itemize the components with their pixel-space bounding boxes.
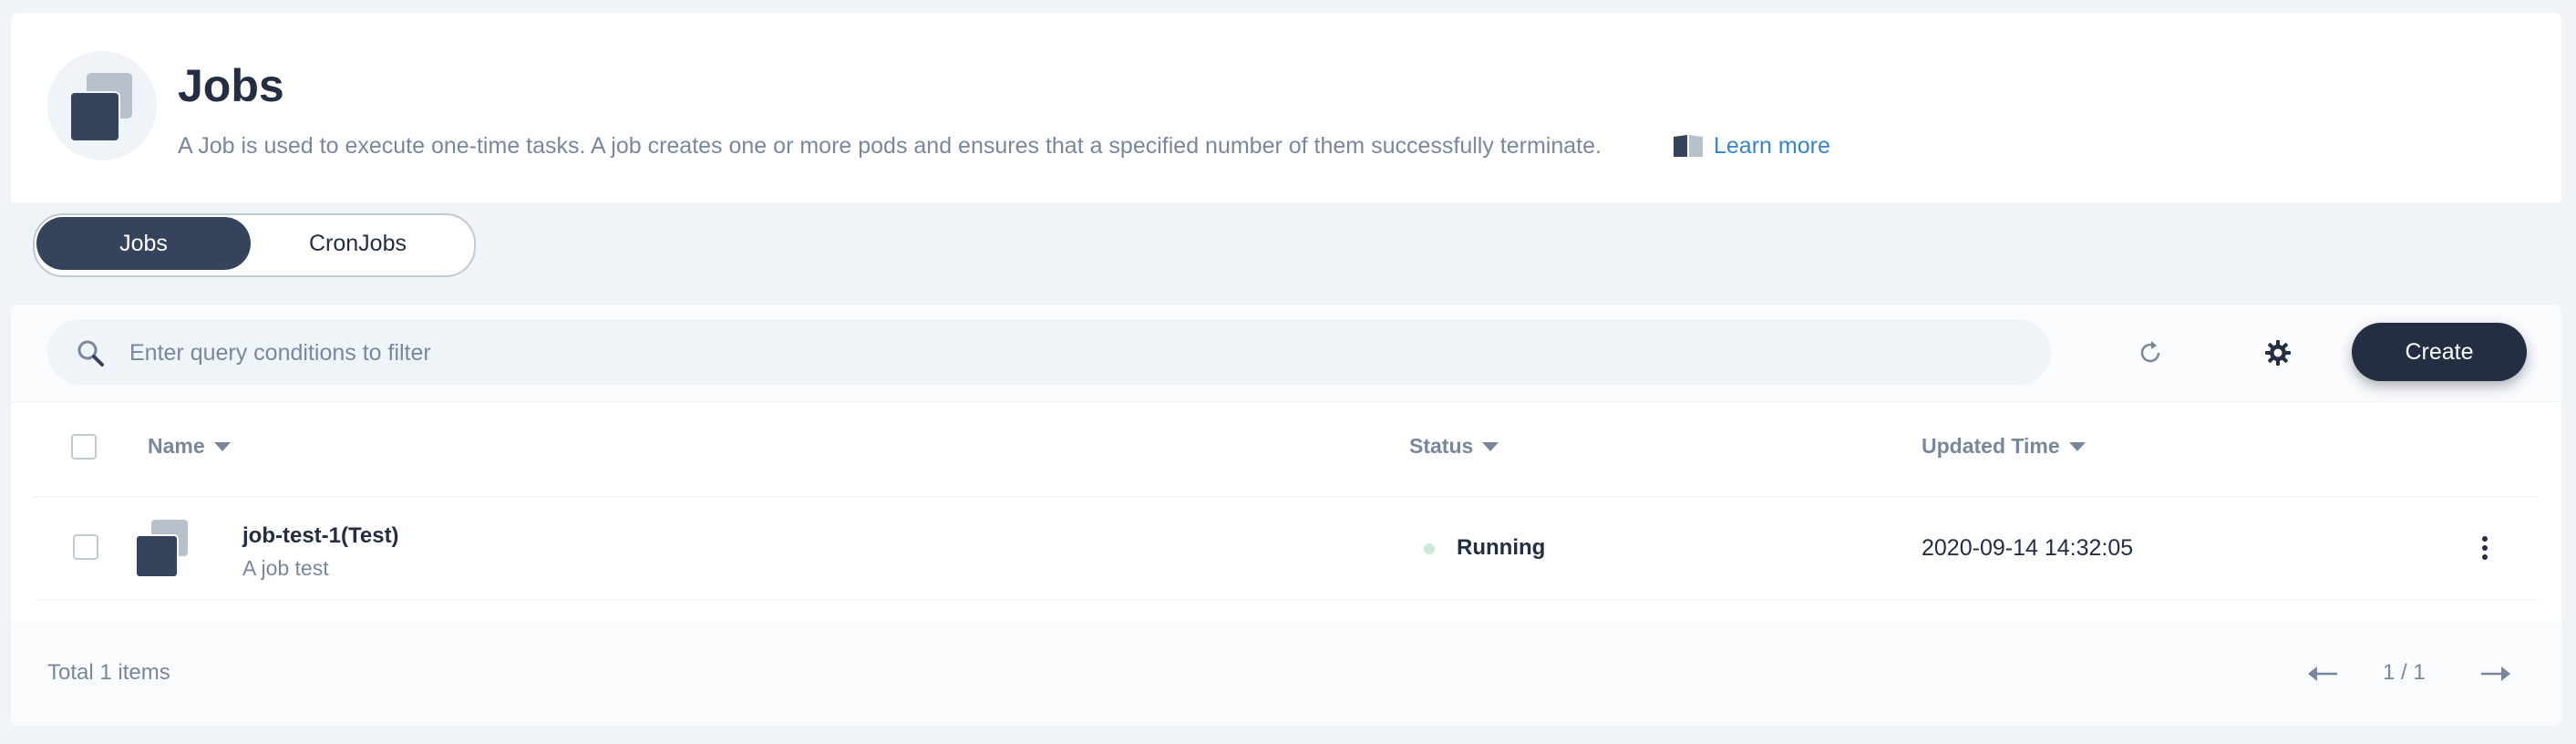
total-count: Total 1 items [47, 660, 170, 685]
create-button[interactable]: Create [2352, 323, 2527, 381]
column-header-status[interactable]: Status [1409, 434, 1499, 459]
table-header: Name Status Updated Time [33, 401, 2540, 497]
job-name-link[interactable]: job-test-1(Test) [242, 523, 399, 549]
column-header-name[interactable]: Name [148, 434, 231, 459]
search-box[interactable] [47, 319, 2051, 387]
column-label-updated-time: Updated Time [1922, 434, 2060, 458]
table-footer: Total 1 items 1 / 1 [11, 622, 2561, 726]
arrow-right-icon[interactable] [2478, 664, 2512, 684]
tab-jobs[interactable]: Jobs [36, 217, 251, 270]
search-icon [77, 340, 104, 367]
book-icon [1674, 135, 1703, 157]
page-title: Jobs [178, 60, 284, 111]
page-indicator: 1 / 1 [2383, 660, 2426, 685]
column-label-name: Name [148, 434, 205, 458]
column-header-updated-time[interactable]: Updated Time [1922, 434, 2086, 459]
settings-icon[interactable] [2262, 337, 2293, 368]
tab-cronjobs[interactable]: CronJobs [251, 217, 465, 270]
sort-caret-icon [2068, 441, 2086, 451]
select-all-checkbox[interactable] [71, 434, 97, 460]
more-vertical-icon[interactable] [2476, 534, 2494, 562]
sort-caret-icon [213, 441, 231, 451]
tab-bar: Jobs CronJobs [11, 202, 2561, 283]
table-row[interactable]: job-test-1(Test) A job test Running 2020… [33, 496, 2540, 601]
arrow-left-icon[interactable] [2306, 664, 2341, 684]
status-dot-icon [1424, 543, 1435, 554]
refresh-icon[interactable] [2135, 337, 2166, 368]
page-header: Jobs A Job is used to execute one-time t… [11, 13, 2561, 202]
sort-caret-icon [1482, 441, 1499, 451]
updated-time: 2020-09-14 14:32:05 [1922, 535, 2134, 561]
column-label-status: Status [1409, 434, 1474, 458]
status-text: Running [1457, 535, 1546, 560]
jobs-icon [47, 51, 157, 160]
jobs-table-card: Create Name Status Updated Time job-test… [11, 305, 2561, 726]
job-description: A job test [242, 556, 329, 580]
row-checkbox[interactable] [73, 534, 98, 560]
search-input[interactable] [128, 319, 2000, 387]
table-toolbar: Create [11, 305, 2561, 402]
learn-more-link[interactable]: Learn more [1672, 131, 1830, 160]
job-icon [135, 520, 195, 578]
page-description: A Job is used to execute one-time tasks.… [178, 133, 1602, 159]
learn-more-label[interactable]: Learn more [1714, 131, 1830, 160]
tab-switcher: Jobs CronJobs [33, 213, 476, 277]
